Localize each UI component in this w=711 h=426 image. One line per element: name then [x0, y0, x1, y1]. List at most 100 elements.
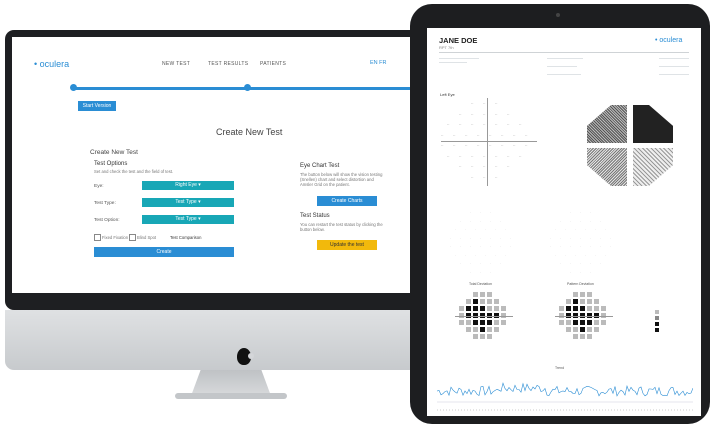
- probability-cell: [580, 327, 585, 332]
- deviation-cell: ·: [470, 235, 471, 240]
- grid-cell: ··: [519, 123, 522, 127]
- grid-axis-v: [487, 98, 488, 186]
- deviation-cell: ·: [495, 227, 496, 231]
- grid-cell: ··: [441, 144, 444, 148]
- deviation-cell: ·: [510, 235, 511, 240]
- progress-step-2[interactable]: [244, 84, 251, 91]
- deviation-cell: ·: [490, 261, 491, 265]
- probability-cell: [501, 306, 506, 311]
- legend-swatch: [655, 328, 659, 332]
- grid-cell: ··: [513, 133, 516, 138]
- deviation-cell: ·: [450, 235, 451, 240]
- update-test-button[interactable]: Update the test: [317, 240, 377, 250]
- create-charts-button[interactable]: Create Charts: [317, 196, 377, 206]
- probability-cell: [487, 292, 492, 297]
- grid-cell: ··: [471, 165, 474, 169]
- deviation-cell: ·: [580, 235, 581, 240]
- probability-cell: [580, 292, 585, 297]
- deviation-cell: ·: [475, 252, 476, 257]
- probability-cell: [494, 299, 499, 304]
- grid-cell: ··: [519, 154, 522, 159]
- create-button[interactable]: Create: [94, 247, 234, 257]
- trend-label: Trend: [555, 366, 565, 370]
- probability-cell: [494, 327, 499, 332]
- deviation-cell: ·: [575, 252, 576, 257]
- deviation-cell: ·: [590, 218, 591, 223]
- deviation-cell: ·: [580, 269, 581, 274]
- report-id: RPT 7th: [439, 45, 454, 50]
- top-nav: • oculera NEW TEST TEST RESULTS PATIENTS…: [12, 37, 450, 73]
- probability-cell: [473, 306, 478, 311]
- grid-cell: ··: [483, 102, 486, 106]
- fixed-fixation-checkbox[interactable]: [94, 234, 101, 241]
- eye-chart-text: The button below will show the vision te…: [300, 172, 383, 187]
- grid-cell: ··: [477, 133, 480, 138]
- probability-cell: [473, 327, 478, 332]
- grayscale-quadrant: [633, 148, 673, 186]
- meta-line: [439, 58, 479, 59]
- deviation-cell: ·: [460, 218, 461, 223]
- deviation-cell: ·: [610, 244, 611, 248]
- grid-cell: ··: [471, 112, 474, 117]
- deviation-cell: ·: [470, 261, 471, 265]
- imac-bezel: • oculera NEW TEST TEST RESULTS PATIENTS…: [5, 30, 457, 310]
- test-option-select[interactable]: Test Type ▾: [142, 215, 234, 224]
- deviation-cell: ·: [560, 261, 561, 265]
- brand-logo[interactable]: • oculera: [34, 59, 69, 69]
- start-version-button[interactable]: Start Version: [78, 101, 116, 111]
- deviation-cell: ·: [465, 227, 466, 231]
- deviation-cell: ·: [590, 210, 591, 214]
- blind-spot-checkbox[interactable]: [129, 234, 136, 241]
- grid-cell: ··: [483, 175, 486, 180]
- grid-cell: ··: [495, 154, 498, 159]
- ipad-screen: JANE DOE RPT 7th • oculera Left Eye Tota…: [427, 28, 701, 416]
- grid-cell: ··: [525, 144, 528, 148]
- eye-select[interactable]: Right Eye ▾: [142, 181, 234, 190]
- nav-test-results[interactable]: TEST RESULTS: [208, 61, 248, 67]
- deviation-cell: ·: [570, 261, 571, 265]
- probability-cell: [573, 327, 578, 332]
- probability-cell: [466, 320, 471, 325]
- deviation-cell: ·: [560, 218, 561, 223]
- test-status-text: You can restart the test status by click…: [300, 222, 383, 232]
- grid-cell: ··: [507, 154, 510, 159]
- grid-cell: ··: [501, 133, 504, 138]
- test-option-label: Test Option:: [94, 218, 120, 223]
- deviation-cell: ·: [580, 244, 581, 248]
- grayscale-quadrant: [587, 105, 627, 143]
- grid-cell: ··: [459, 112, 462, 117]
- probability-cell: [573, 306, 578, 311]
- progress-step-1[interactable]: [70, 84, 77, 91]
- imac-chin: [5, 310, 457, 370]
- grid-cell: ··: [483, 123, 486, 127]
- deviation-cell: ·: [485, 252, 486, 257]
- grid-cell: ··: [471, 175, 474, 180]
- deviation-cell: ·: [565, 227, 566, 231]
- grid-cell: ··: [507, 123, 510, 127]
- deviation-cell: ·: [480, 269, 481, 274]
- deviation-cell: ·: [575, 227, 576, 231]
- deviation-cell: ·: [510, 244, 511, 248]
- nav-new-test[interactable]: NEW TEST: [162, 61, 190, 67]
- deviation-cell: ·: [550, 235, 551, 240]
- grid-cell: ··: [477, 144, 480, 148]
- deviation-cell: ·: [480, 235, 481, 240]
- deviation-cell: ·: [460, 235, 461, 240]
- deviation-cell: ·: [470, 218, 471, 223]
- probability-cell: [587, 320, 592, 325]
- test-type-label: Test Type:: [94, 201, 116, 206]
- nav-patients[interactable]: PATIENTS: [260, 61, 286, 67]
- deviation-cell: ·: [550, 244, 551, 248]
- probability-cell: [473, 299, 478, 304]
- camera-icon: [556, 13, 560, 17]
- grid-cell: ··: [489, 144, 492, 148]
- probability-cell: [480, 292, 485, 297]
- deviation-cell: ·: [490, 235, 491, 240]
- probability-cell: [487, 320, 492, 325]
- deviation-cell: ·: [490, 244, 491, 248]
- grid-axis-h: [441, 141, 537, 142]
- page-title: Create New Test: [216, 127, 283, 137]
- language-switch[interactable]: EN FR: [370, 60, 387, 66]
- test-type-select[interactable]: Test Type ▾: [142, 198, 234, 207]
- deviation-cell: ·: [500, 244, 501, 248]
